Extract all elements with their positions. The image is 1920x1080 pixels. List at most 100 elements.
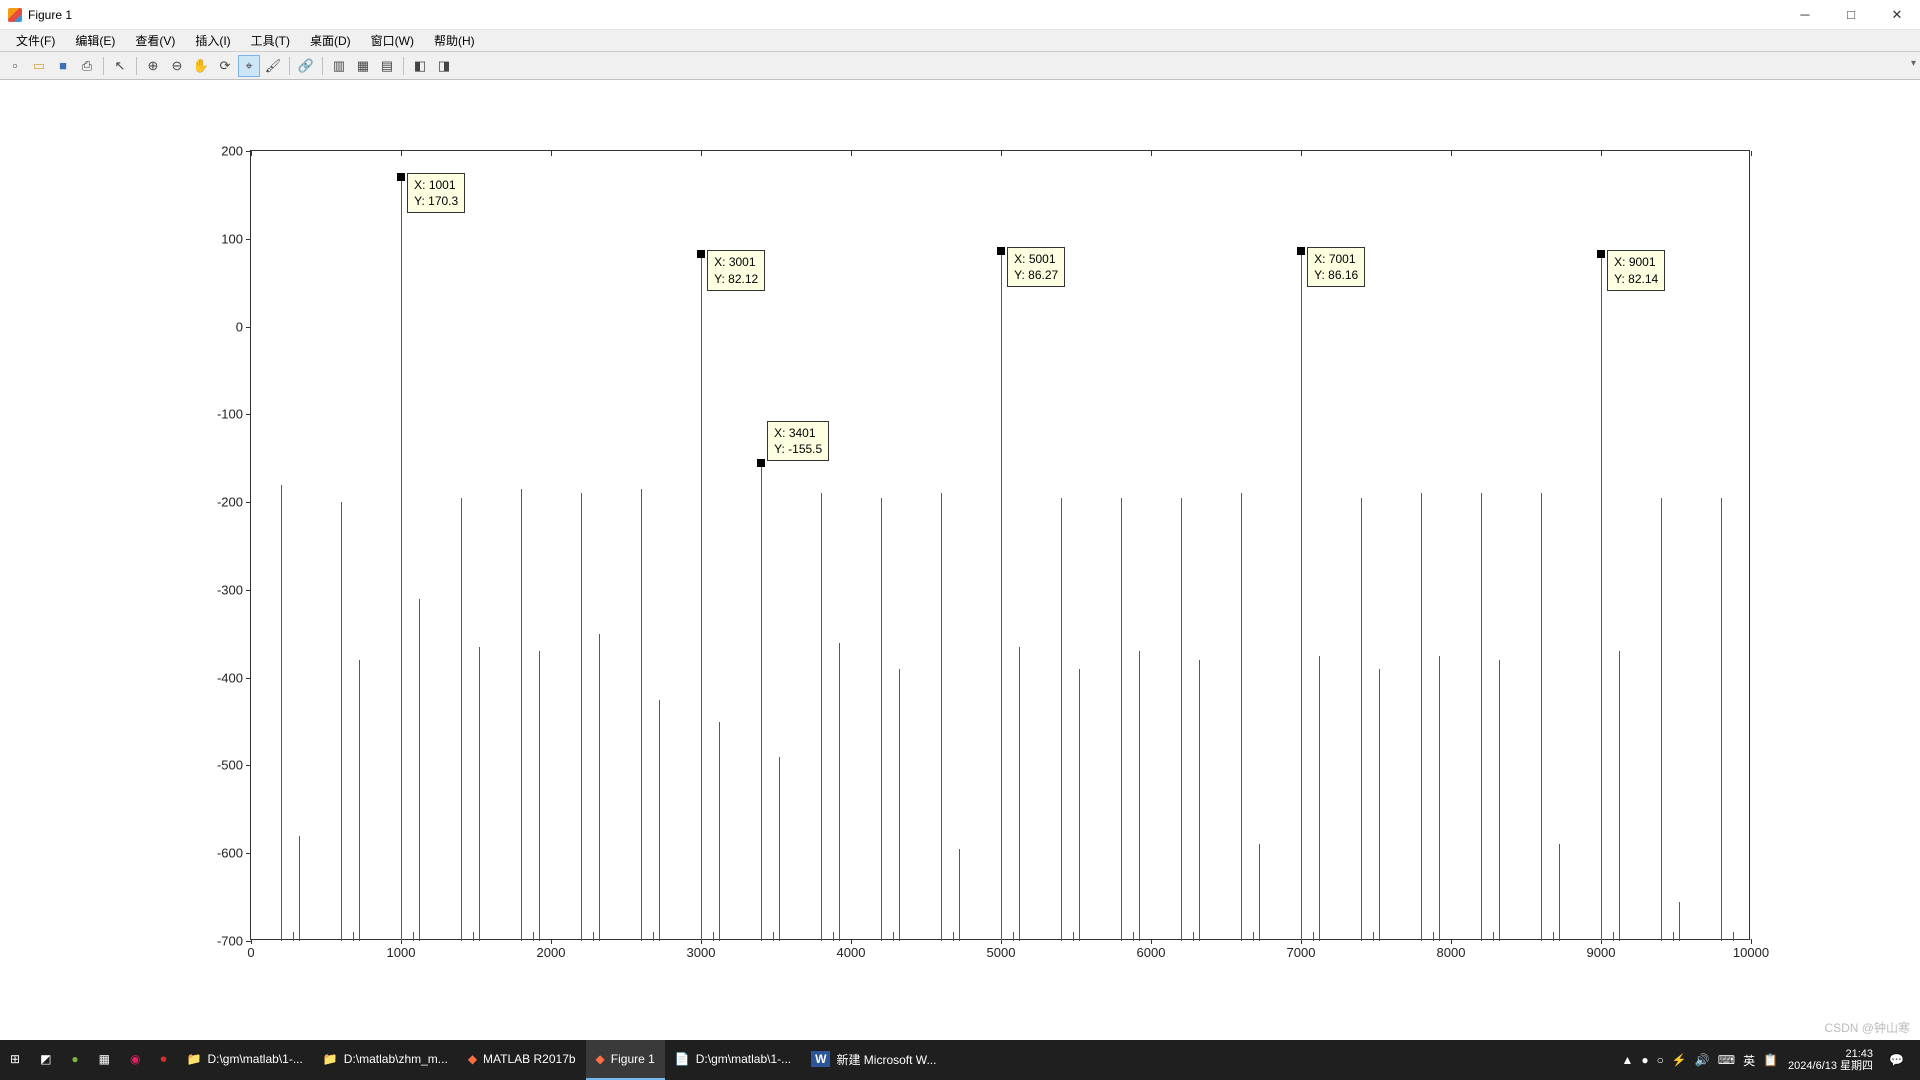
stem-line[interactable] [953, 932, 954, 941]
stem-line[interactable] [881, 498, 882, 941]
pan-icon[interactable]: ✋ [190, 55, 212, 77]
datatip-marker[interactable] [757, 459, 765, 467]
stem-line[interactable] [533, 932, 534, 941]
minimize-button[interactable]: ─ [1782, 0, 1828, 30]
stem-line[interactable] [1319, 656, 1320, 941]
stem-line[interactable] [1013, 932, 1014, 941]
stem-line[interactable] [1433, 932, 1434, 941]
tray-icon[interactable]: 英 [1743, 1052, 1755, 1069]
datatip-marker[interactable] [997, 247, 1005, 255]
stem-line[interactable] [1139, 651, 1140, 941]
menu-tools[interactable]: 工具(T) [241, 30, 300, 51]
link-icon[interactable]: 🔗 [295, 55, 317, 77]
tray-icon[interactable]: ⚡ [1672, 1053, 1687, 1067]
stem-line[interactable] [701, 254, 702, 941]
datatip-marker[interactable] [697, 250, 705, 258]
stem-line[interactable] [1259, 844, 1260, 941]
taskbar-item[interactable]: ⊞ [0, 1040, 30, 1080]
stem-line[interactable] [1373, 932, 1374, 941]
stem-line[interactable] [1019, 647, 1020, 941]
stem-line[interactable] [299, 836, 300, 941]
taskbar-item[interactable]: ◩ [30, 1040, 61, 1080]
stem-line[interactable] [1673, 932, 1674, 941]
stem-line[interactable] [1499, 660, 1500, 941]
stem-line[interactable] [1559, 844, 1560, 941]
stem-line[interactable] [413, 932, 414, 941]
stem-line[interactable] [1493, 932, 1494, 941]
stem-line[interactable] [359, 660, 360, 941]
stem-line[interactable] [761, 463, 762, 941]
stem-line[interactable] [1481, 493, 1482, 941]
stem-line[interactable] [581, 493, 582, 941]
taskbar-item[interactable]: ⏺ [150, 1040, 176, 1080]
stem-line[interactable] [1613, 932, 1614, 941]
stem-line[interactable] [593, 932, 594, 941]
stem-line[interactable] [1439, 656, 1440, 941]
rotate-icon[interactable]: ⟳ [214, 55, 236, 77]
stem-line[interactable] [959, 849, 960, 941]
tray-icon[interactable]: ○ [1657, 1053, 1664, 1067]
menu-desktop[interactable]: 桌面(D) [300, 30, 361, 51]
tray-icon[interactable]: 📋 [1763, 1053, 1778, 1067]
menu-view[interactable]: 查看(V) [125, 30, 185, 51]
stem-line[interactable] [473, 932, 474, 941]
stem-line[interactable] [1199, 660, 1200, 941]
stem-line[interactable] [293, 932, 294, 941]
stem-line[interactable] [779, 757, 780, 941]
stem-line[interactable] [1313, 932, 1314, 941]
stem-line[interactable] [1181, 498, 1182, 941]
stem-line[interactable] [521, 489, 522, 941]
datatip[interactable]: X: 3001Y: 82.12 [707, 250, 765, 290]
taskbar-item[interactable]: ▦ [89, 1040, 120, 1080]
datatip[interactable]: X: 7001Y: 86.16 [1307, 247, 1365, 287]
menu-file[interactable]: 文件(F) [6, 30, 65, 51]
taskbar-item[interactable]: 📁D:\matlab\zhm_m... [313, 1040, 458, 1080]
undock-icon[interactable]: ◨ [433, 55, 455, 77]
open-icon[interactable]: ▭ [28, 55, 50, 77]
taskbar-item[interactable]: 📄D:\gm\matlab\1-... [665, 1040, 801, 1080]
insert-colorbar-icon[interactable]: ▥ [328, 55, 350, 77]
save-icon[interactable]: ■ [52, 55, 74, 77]
stem-line[interactable] [1001, 251, 1002, 941]
datatip[interactable]: X: 5001Y: 86.27 [1007, 247, 1065, 287]
stem-line[interactable] [281, 485, 282, 941]
stem-line[interactable] [1421, 493, 1422, 941]
stem-line[interactable] [1733, 932, 1734, 941]
toolbar-dropdown-icon[interactable]: ▾ [1911, 58, 1916, 69]
menu-insert[interactable]: 插入(I) [185, 30, 240, 51]
stem-line[interactable] [1079, 669, 1080, 941]
maximize-button[interactable]: □ [1828, 0, 1874, 30]
menu-edit[interactable]: 编辑(E) [65, 30, 125, 51]
insert-legend-icon[interactable]: ▦ [352, 55, 374, 77]
stem-line[interactable] [1679, 902, 1680, 942]
stem-line[interactable] [1553, 932, 1554, 941]
stem-line[interactable] [461, 498, 462, 941]
stem-line[interactable] [1301, 251, 1302, 941]
taskbar-clock[interactable]: 21:43 2024/6/13 星期四 [1788, 1048, 1873, 1072]
stem-line[interactable] [1241, 493, 1242, 941]
stem-line[interactable] [1061, 498, 1062, 941]
stem-line[interactable] [1253, 932, 1254, 941]
taskbar-item[interactable]: 📁D:\gm\matlab\1-... [177, 1040, 313, 1080]
brush-icon[interactable]: 🖌 [262, 55, 284, 77]
stem-line[interactable] [1193, 932, 1194, 941]
stem-line[interactable] [839, 643, 840, 941]
datatip-marker[interactable] [397, 173, 405, 181]
stem-line[interactable] [401, 177, 402, 941]
taskbar-item[interactable]: ◉ [120, 1040, 150, 1080]
taskbar-item[interactable]: ◆MATLAB R2017b [458, 1040, 586, 1080]
print-icon[interactable]: ⎙ [76, 55, 98, 77]
stem-line[interactable] [713, 932, 714, 941]
tray-icon[interactable]: ▲ [1621, 1053, 1633, 1067]
stem-line[interactable] [1619, 651, 1620, 941]
stem-line[interactable] [539, 651, 540, 941]
axes[interactable]: -700-600-500-400-300-200-100010020001000… [250, 150, 1750, 940]
stem-line[interactable] [941, 493, 942, 941]
stem-line[interactable] [773, 932, 774, 941]
datatip-marker[interactable] [1297, 247, 1305, 255]
zoom-in-icon[interactable]: ⊕ [142, 55, 164, 77]
stem-line[interactable] [1601, 254, 1602, 941]
taskbar-item[interactable]: ● [61, 1040, 88, 1080]
data-cursor-icon[interactable]: ⌖ [238, 55, 260, 77]
stem-line[interactable] [893, 932, 894, 941]
